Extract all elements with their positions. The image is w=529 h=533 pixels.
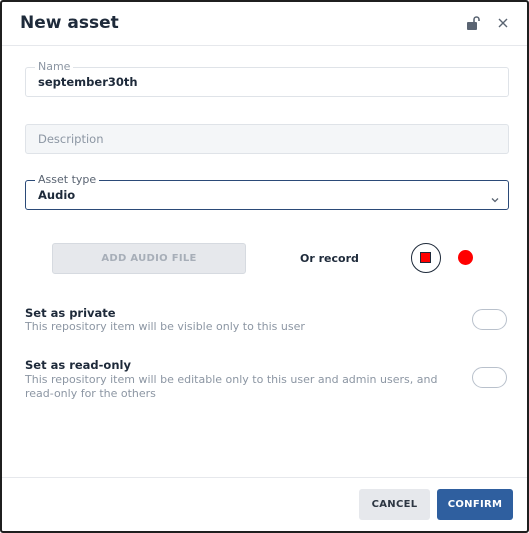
- new-asset-dialog: New asset Name september30th Description…: [0, 0, 529, 533]
- description-placeholder: Description: [38, 132, 104, 146]
- or-record-label: Or record: [300, 252, 359, 265]
- stop-icon[interactable]: [411, 243, 441, 273]
- read-only-toggle[interactable]: [472, 367, 507, 388]
- read-only-option-title: Set as read-only: [25, 358, 131, 372]
- name-field[interactable]: Name september30th: [25, 60, 509, 97]
- dialog-header: New asset: [2, 2, 527, 46]
- asset-type-value: Audio: [38, 188, 76, 202]
- read-only-option-description: This repository item will be editable on…: [25, 373, 438, 400]
- asset-type-label: Asset type: [35, 173, 100, 187]
- lock-open-icon[interactable]: [465, 15, 481, 31]
- dialog-title: New asset: [20, 13, 119, 33]
- asset-type-select[interactable]: Asset type Audio: [25, 173, 509, 210]
- private-toggle[interactable]: [472, 309, 507, 330]
- private-option-description: This repository item will be visible onl…: [25, 320, 305, 333]
- private-option-title: Set as private: [25, 306, 116, 320]
- add-audio-file-button[interactable]: ADD AUDIO FILE: [52, 243, 246, 274]
- stop-square: [420, 252, 431, 263]
- chevron-down-icon: [490, 190, 500, 203]
- cancel-button[interactable]: CANCEL: [359, 489, 430, 520]
- record-icon[interactable]: [458, 250, 473, 265]
- close-icon[interactable]: [495, 15, 511, 31]
- name-field-label: Name: [35, 60, 74, 74]
- name-field-value: september30th: [38, 75, 138, 89]
- description-field[interactable]: Description: [25, 124, 509, 154]
- confirm-button[interactable]: CONFIRM: [437, 489, 513, 520]
